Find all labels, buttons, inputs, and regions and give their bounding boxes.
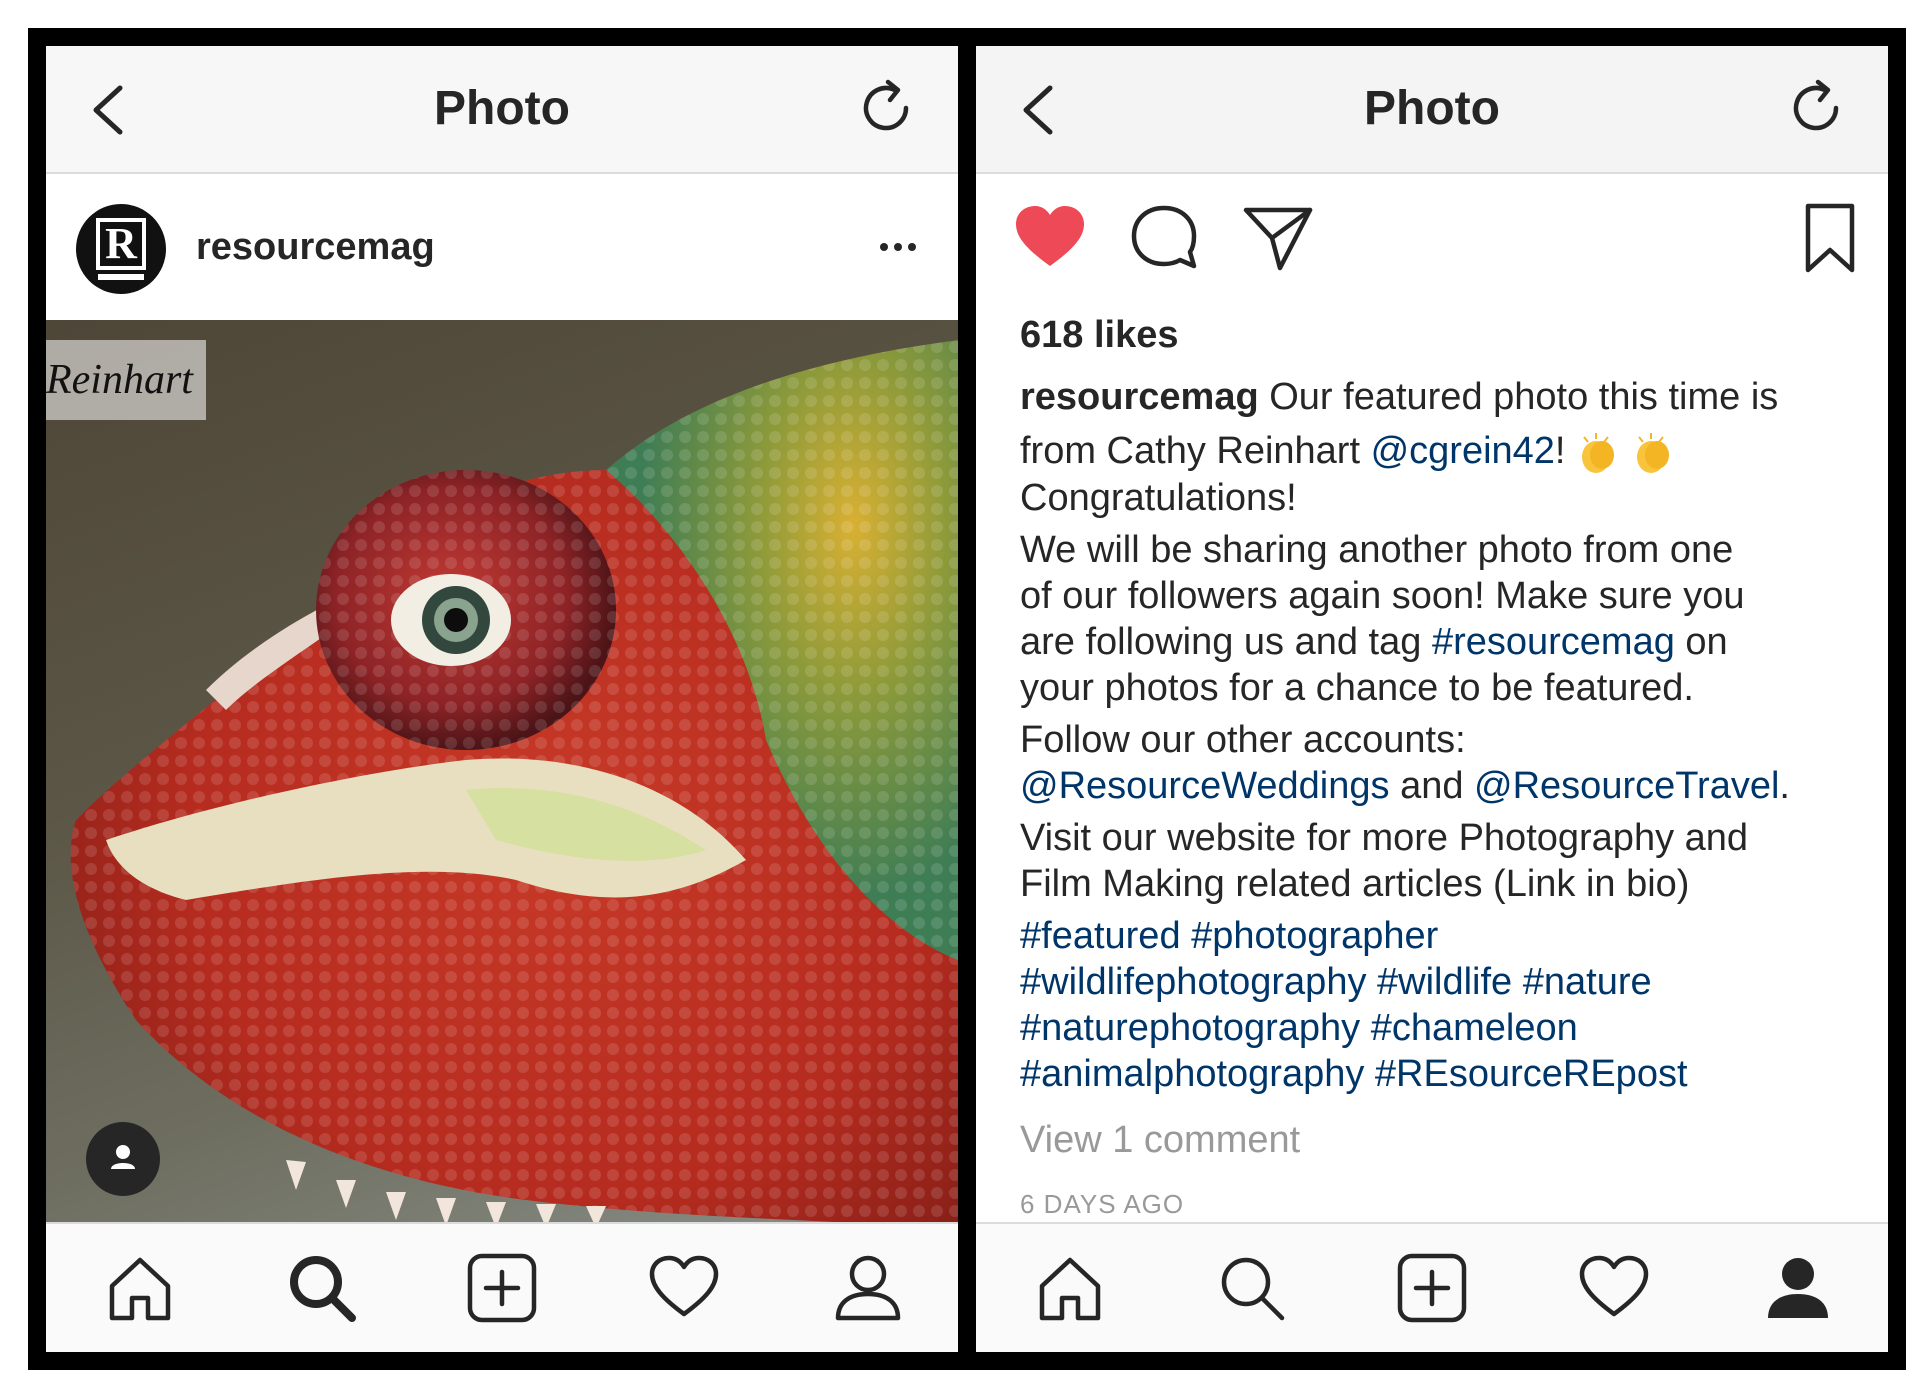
post-username[interactable]: resourcemag — [196, 174, 435, 320]
mention-link[interactable]: @cgrein42 — [1371, 430, 1555, 472]
clapping-hands-icon — [1582, 432, 1615, 473]
chameleon-image — [70, 340, 958, 1230]
bottom-tab-bar — [976, 1222, 1888, 1352]
heart-icon[interactable] — [1578, 1252, 1650, 1324]
bottom-tab-bar — [46, 1222, 958, 1352]
search-icon[interactable] — [286, 1252, 358, 1324]
caption-line: resourcemag Our featured photo this time… — [1020, 374, 1858, 420]
hashtag-link[interactable]: #featured #photographer — [1020, 913, 1858, 959]
photo-watermark: Reinhart — [46, 340, 206, 420]
caption-text: Our featured photo this time is — [1269, 376, 1779, 418]
page-title: Photo — [1364, 82, 1500, 135]
person-icon — [111, 1145, 135, 1169]
left-navbar: Photo — [46, 46, 958, 174]
add-icon[interactable] — [466, 1252, 538, 1324]
post-action-bar — [976, 174, 1888, 294]
right-navbar: Photo — [976, 46, 1888, 174]
caption-paragraph: We will be sharing another photo from on… — [1020, 527, 1858, 711]
home-icon[interactable] — [104, 1252, 176, 1324]
post-timestamp: 6 DAYS AGO — [1020, 1188, 1185, 1219]
right-screen: Photo 618 likes resourcemag Our featured… — [976, 46, 1888, 1352]
right-screen-frame: Photo 618 likes resourcemag Our featured… — [976, 28, 1906, 1370]
hashtag-link[interactable]: #animalphotography #REsourceREpost — [1020, 1051, 1858, 1097]
avatar-logo-bar — [98, 274, 144, 280]
caption-text: Visit our website for more Photography a… — [1020, 816, 1749, 859]
add-icon[interactable] — [1396, 1252, 1468, 1324]
liked-heart-icon[interactable] — [1014, 202, 1086, 274]
refresh-icon[interactable] — [858, 78, 918, 138]
caption-text: your photos for a chance to be featured. — [1020, 666, 1694, 709]
post-caption-area: 618 likes resourcemag Our featured photo… — [1020, 296, 1858, 1227]
caption-text: Congratulations! — [1020, 476, 1297, 519]
caption-text: on — [1685, 620, 1728, 663]
caption-text: We will be sharing another photo from on… — [1020, 528, 1734, 571]
search-icon[interactable] — [1216, 1252, 1288, 1324]
like-count[interactable]: 618 likes — [1020, 312, 1858, 368]
hashtag-link[interactable]: #wildlifephotography #wildlife #nature — [1020, 959, 1858, 1005]
hashtag-link[interactable]: #resourcemag — [1432, 621, 1675, 663]
caption-text: and — [1400, 764, 1464, 807]
bookmark-icon[interactable] — [1794, 202, 1866, 274]
caption-text: Film Making related articles (Link in bi… — [1020, 862, 1690, 905]
view-comments-link[interactable]: View 1 comment — [1020, 1117, 1858, 1163]
left-screen: Photo R resourcemag Reinhart — [46, 46, 958, 1352]
avatar-logo-letter: R — [96, 218, 146, 270]
avatar[interactable]: R — [76, 204, 166, 294]
caption-username[interactable]: resourcemag — [1020, 376, 1259, 418]
caption-text: ! — [1554, 430, 1566, 472]
caption-text: are following us and tag — [1020, 620, 1422, 663]
caption-text: Follow our other accounts: — [1020, 718, 1466, 761]
caption-text: of our followers again soon! Make sure y… — [1020, 574, 1745, 617]
comment-icon[interactable] — [1128, 202, 1200, 274]
mention-link[interactable]: @ResourceWeddings — [1020, 765, 1390, 807]
caption-paragraph: Follow our other accounts: @ResourceWedd… — [1020, 717, 1858, 809]
caption-text: . — [1779, 764, 1790, 807]
left-screen-frame: Photo R resourcemag Reinhart — [28, 28, 976, 1370]
hashtag-block: #featured #photographer #wildlifephotogr… — [1020, 913, 1858, 1097]
tag-people-button[interactable] — [86, 1122, 160, 1196]
post-photo[interactable]: Reinhart — [46, 320, 958, 1230]
page-title: Photo — [434, 82, 570, 135]
profile-icon[interactable] — [1762, 1252, 1834, 1324]
refresh-icon[interactable] — [1788, 78, 1848, 138]
hashtag-link[interactable]: #naturephotography #chameleon — [1020, 1005, 1858, 1051]
caption-line: from Cathy Reinhart @cgrein42! — [1020, 428, 1858, 475]
home-icon[interactable] — [1034, 1252, 1106, 1324]
clapping-hands-icon — [1636, 432, 1669, 473]
caption-paragraph: Visit our website for more Photography a… — [1020, 815, 1858, 907]
caption-line: are following us and tag #resourcemag on — [1020, 619, 1858, 665]
post-header: R resourcemag — [46, 174, 958, 320]
profile-icon[interactable] — [832, 1252, 904, 1324]
caption-text: from Cathy Reinhart — [1020, 430, 1361, 472]
more-options-icon[interactable] — [878, 232, 918, 262]
share-icon[interactable] — [1242, 202, 1314, 274]
mention-link[interactable]: @ResourceTravel — [1474, 765, 1779, 807]
heart-icon[interactable] — [648, 1252, 720, 1324]
caption-line: @ResourceWeddings and @ResourceTravel. — [1020, 763, 1858, 809]
